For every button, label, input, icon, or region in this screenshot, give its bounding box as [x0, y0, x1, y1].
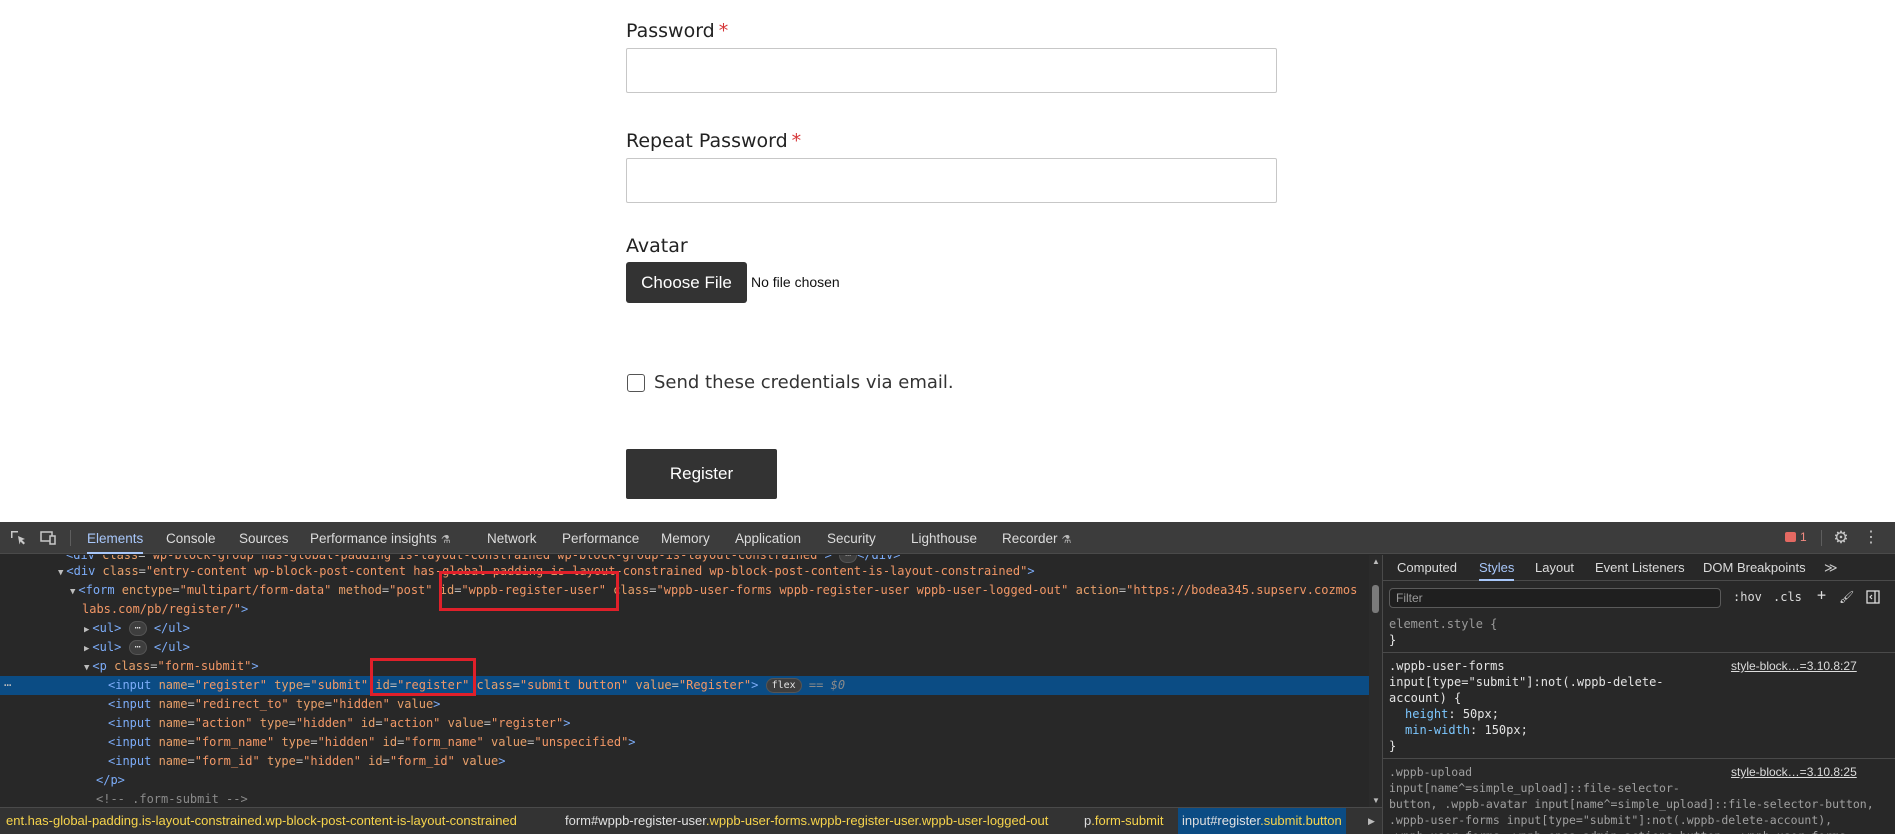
- tab-lighthouse[interactable]: Lighthouse: [911, 522, 977, 554]
- tab-sources[interactable]: Sources: [239, 522, 289, 554]
- tab-memory[interactable]: Memory: [661, 522, 710, 554]
- dom-tree[interactable]: <div class="wp-block-group has-global-pa…: [0, 555, 1369, 807]
- issues-badge[interactable]: 1: [1785, 530, 1807, 544]
- highlight-box-register-id: [370, 658, 476, 696]
- tab-dom-breakpoints[interactable]: DOM Breakpoints: [1703, 555, 1806, 581]
- experiment-flask-icon: ⚗: [440, 534, 451, 546]
- dom-line[interactable]: <input name="action" type="hidden" id="a…: [0, 714, 1369, 733]
- scroll-up-icon[interactable]: ▲: [1372, 557, 1380, 566]
- more-tabs-icon[interactable]: ≫: [1824, 555, 1838, 581]
- breadcrumb-item-selected[interactable]: input#register.submit.button: [1178, 808, 1346, 834]
- dom-line: labs.com/pb/register/">: [82, 602, 249, 616]
- file-status-text: No file chosen: [751, 274, 840, 290]
- avatar-label: Avatar: [626, 235, 688, 257]
- dom-line[interactable]: ▶ <ul> ⋯ </ul>: [0, 638, 1369, 657]
- breadcrumb-item[interactable]: form#wppb-register-user.wppb-user-forms.…: [561, 808, 1052, 834]
- tab-performance-insights[interactable]: Performance insights ⚗: [310, 522, 451, 554]
- tab-network[interactable]: Network: [487, 522, 537, 554]
- devtools-panel: Elements Console Sources Performance ins…: [0, 522, 1895, 834]
- styles-filter-input[interactable]: Filter: [1389, 588, 1721, 608]
- dom-line[interactable]: ▼ <form enctype="multipart/form-data" met…: [0, 581, 1369, 600]
- style-declaration[interactable]: min-width: 150px;: [1405, 722, 1528, 738]
- required-marker: *: [718, 20, 729, 42]
- styles-tabbar: Computed Styles Layout Event Listeners D…: [1383, 555, 1895, 581]
- dom-line[interactable]: ▼ <p class="form-submit">: [0, 657, 1369, 676]
- breadcrumb-scroll-right-icon[interactable]: ▶: [1368, 808, 1375, 834]
- tab-application[interactable]: Application: [735, 522, 801, 554]
- web-page: Password * Repeat Password * Avatar Choose…: [0, 0, 1895, 522]
- dom-line[interactable]: <input name="redirect_to" type="hidden" …: [0, 695, 1369, 714]
- tab-layout[interactable]: Layout: [1535, 555, 1574, 581]
- toolbar-divider: [70, 530, 71, 546]
- issue-icon: [1785, 532, 1796, 542]
- repeat-password-input[interactable]: [626, 158, 1277, 203]
- tab-styles[interactable]: Styles: [1479, 555, 1515, 581]
- rule-source-link[interactable]: style-block…=3.10.8:27: [1731, 659, 1857, 673]
- tab-computed[interactable]: Computed: [1397, 555, 1457, 581]
- scroll-thumb[interactable]: [1372, 585, 1379, 613]
- scroll-down-icon[interactable]: ▼: [1372, 796, 1380, 805]
- repeat-password-label: Repeat Password *: [626, 130, 802, 152]
- class-toggle[interactable]: .cls: [1773, 590, 1802, 604]
- dom-line-selected[interactable]: ⋯ <input name="register" type="submit" id…: [0, 676, 1369, 695]
- element-style-rule[interactable]: element.style {: [1389, 616, 1497, 632]
- dom-scrollbar[interactable]: ▲ ▼: [1369, 555, 1382, 807]
- dom-line[interactable]: <input name="form_name" type="hidden" id…: [0, 733, 1369, 752]
- element-style-close: }: [1389, 633, 1397, 647]
- settings-gear-icon[interactable]: ⚙: [1832, 529, 1850, 547]
- dom-line[interactable]: </p>: [0, 771, 1369, 790]
- required-marker: *: [791, 130, 802, 152]
- tab-security[interactable]: Security: [827, 522, 876, 554]
- paint-brush-icon[interactable]: 🖌: [1839, 590, 1854, 604]
- send-credentials-label[interactable]: Send these credentials via email.: [654, 372, 954, 393]
- breadcrumb-item[interactable]: p.form-submit: [1080, 808, 1167, 834]
- tab-event-listeners[interactable]: Event Listeners: [1595, 555, 1685, 581]
- rule-close-brace: }: [1389, 739, 1397, 753]
- breadcrumb-item[interactable]: ent.has-global-padding.is-layout-constra…: [2, 808, 521, 834]
- dom-line[interactable]: <!-- .form-submit -->: [0, 790, 1369, 807]
- hover-state-toggle[interactable]: :hov: [1733, 590, 1762, 604]
- rule-divider: [1383, 758, 1895, 759]
- highlight-box-form-id: [439, 571, 619, 611]
- send-credentials-checkbox[interactable]: [627, 374, 645, 392]
- password-input[interactable]: [626, 48, 1277, 93]
- style-declaration[interactable]: height: 50px;: [1405, 706, 1499, 722]
- toolbar-divider: [1821, 530, 1822, 546]
- dom-line[interactable]: ▶ <ul> ⋯ </ul>: [0, 619, 1369, 638]
- more-options-icon[interactable]: ⋮: [1862, 529, 1880, 547]
- device-toolbar-icon[interactable]: [39, 529, 57, 547]
- password-label: Password *: [626, 20, 729, 42]
- rule-source-link[interactable]: style-block…=3.10.8:25: [1731, 765, 1857, 779]
- register-button[interactable]: Register: [626, 449, 777, 499]
- breadcrumb-bar: ent.has-global-padding.is-layout-constra…: [0, 807, 1382, 834]
- rule-divider: [1383, 652, 1895, 653]
- tab-elements[interactable]: Elements: [87, 522, 144, 554]
- devtools-tabbar: Elements Console Sources Performance ins…: [0, 522, 1895, 554]
- experiment-flask-icon: ⚗: [1061, 534, 1072, 546]
- styles-pane: Computed Styles Layout Event Listeners D…: [1382, 555, 1895, 834]
- dom-line[interactable]: ▼ <div class="entry-content wp-block-post…: [0, 562, 1369, 581]
- new-rule-icon[interactable]: +: [1817, 586, 1826, 604]
- inspect-element-icon[interactable]: [9, 529, 27, 547]
- toggle-sidebar-icon[interactable]: [1866, 590, 1880, 607]
- tab-console[interactable]: Console: [166, 522, 216, 554]
- tab-recorder[interactable]: Recorder ⚗: [1002, 522, 1071, 554]
- rule-selector[interactable]: .wppb-user-forms input[type="submit"]:no…: [1389, 658, 1664, 706]
- tab-performance[interactable]: Performance: [562, 522, 639, 554]
- dom-line[interactable]: <input name="form_id" type="hidden" id="…: [0, 752, 1369, 771]
- choose-file-button[interactable]: Choose File: [626, 262, 747, 303]
